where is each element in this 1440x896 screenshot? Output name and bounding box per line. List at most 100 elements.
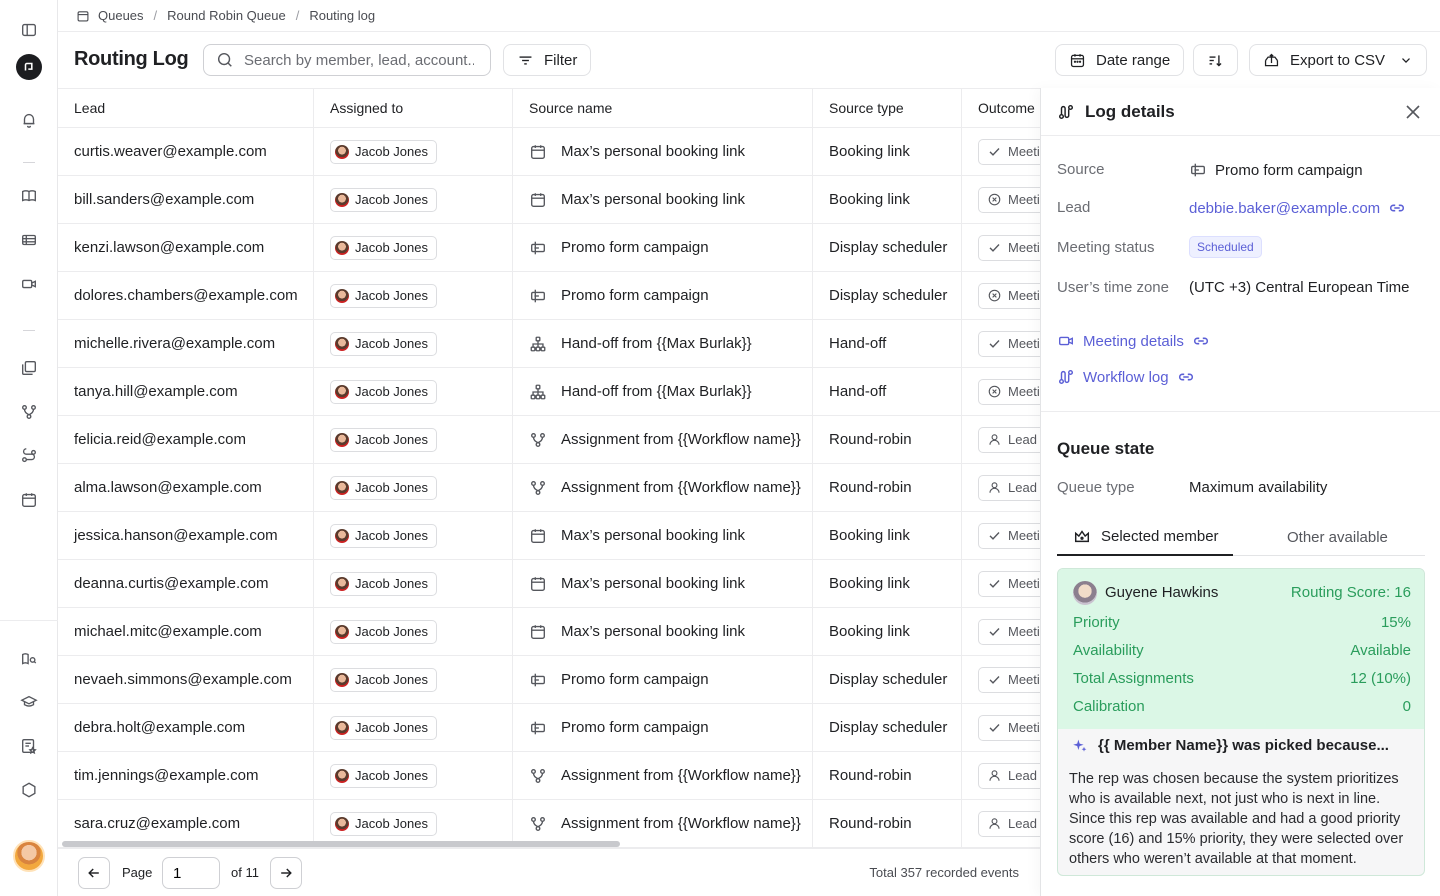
assignee-chip[interactable]: Jacob Jones [330, 379, 437, 404]
outcome-text: Meeting [1008, 384, 1041, 399]
table-icon[interactable] [17, 228, 41, 252]
tab-other-available[interactable]: Other available [1287, 518, 1388, 556]
tab-selected-member[interactable]: Selected member [1057, 518, 1233, 556]
meeting-details-label: Meeting details [1083, 332, 1184, 350]
next-page-button[interactable] [270, 857, 302, 889]
calendar-icon[interactable] [17, 488, 41, 512]
source-name: Hand-off from {{Max Burlak}} [561, 335, 752, 352]
panel-title: Log details [1057, 102, 1175, 122]
assignee-chip[interactable]: Jacob Jones [330, 667, 437, 692]
breadcrumb-queues[interactable]: Queues [76, 8, 144, 23]
meeting-details-link[interactable]: Meeting details [1057, 332, 1210, 350]
workflow-log-label: Workflow log [1083, 368, 1169, 386]
breadcrumb-separator: / [153, 8, 158, 23]
table-row[interactable]: michael.mitc@example.com Jacob Jones Max’s… [58, 608, 1041, 656]
assignee-chip[interactable]: Jacob Jones [330, 571, 437, 596]
assignee-name: Jacob Jones [355, 768, 428, 783]
table-row[interactable]: bill.sanders@example.com Jacob Jones Max’s… [58, 176, 1041, 224]
table-row[interactable]: kenzi.lawson@example.com Jacob Jones Promo… [58, 224, 1041, 272]
app-root: Queues / Round Robin Queue / Routing log… [0, 0, 1440, 896]
prev-page-button[interactable] [78, 857, 110, 889]
chevron-down-icon [1402, 58, 1410, 63]
workflow-icon[interactable] [17, 400, 41, 424]
table-row[interactable]: michelle.rivera@example.com Jacob Jones Ha… [58, 320, 1041, 368]
search-box[interactable] [203, 44, 491, 76]
outcome-cell: Lead a [962, 752, 1041, 799]
sort-button[interactable] [1193, 44, 1238, 76]
link-icon [1178, 373, 1193, 381]
breadcrumb-queue[interactable]: Round Robin Queue [167, 8, 286, 23]
page-label: Page [122, 865, 153, 880]
lead-cell: tim.jennings@example.com [58, 752, 314, 799]
source-type-cell: Display scheduler [813, 224, 962, 271]
column-header-assigned[interactable]: Assigned to [314, 89, 513, 127]
table-row[interactable]: tim.jennings@example.com Jacob Jones Assig… [58, 752, 1041, 800]
source-name: Max’s personal booking link [561, 191, 745, 208]
route-icon[interactable] [17, 444, 41, 468]
book-check-icon[interactable] [17, 184, 41, 208]
table-row[interactable]: felicia.reid@example.com Jacob Jones Assig… [58, 416, 1041, 464]
breadcrumb-separator: / [295, 8, 300, 23]
outcome-badge: Meeting [978, 186, 1041, 213]
date-range-button[interactable]: Date range [1055, 44, 1185, 76]
workflow-log-link[interactable]: Workflow log [1057, 368, 1195, 386]
hexagon-icon[interactable] [17, 778, 41, 802]
column-header-outcome[interactable]: Outcome [962, 89, 1041, 127]
table-row[interactable]: dolores.chambers@example.com Jacob Jones P… [58, 272, 1041, 320]
scrollbar-thumb[interactable] [62, 841, 620, 847]
assignee-chip[interactable]: Jacob Jones [330, 283, 437, 308]
horizontal-scrollbar[interactable] [58, 840, 1041, 848]
stat-value: 0 [1402, 698, 1411, 715]
source-name: Promo form campaign [561, 287, 709, 304]
bell-icon[interactable] [17, 108, 41, 132]
export-csv-button[interactable]: Export to CSV [1249, 44, 1428, 76]
assignee-chip[interactable]: Jacob Jones [330, 187, 437, 212]
assignee-chip[interactable]: Jacob Jones [330, 811, 437, 836]
workflow-icon [529, 767, 547, 785]
outcome-cell: Meeting [962, 272, 1041, 319]
sidebar-toggle-icon[interactable] [17, 18, 41, 42]
crown-icon [1074, 530, 1090, 543]
assignee-chip[interactable]: Jacob Jones [330, 763, 437, 788]
table-row[interactable]: alma.lawson@example.com Jacob Jones Assign… [58, 464, 1041, 512]
arrow-left-icon [88, 868, 99, 878]
table-row[interactable]: curtis.weaver@example.com Jacob Jones Max’… [58, 128, 1041, 176]
graduation-cap-icon[interactable] [17, 690, 41, 714]
assignee-chip[interactable]: Jacob Jones [330, 331, 437, 356]
outcome-text: Meeting [1008, 672, 1041, 687]
assignee-chip[interactable]: Jacob Jones [330, 427, 437, 452]
avatar [335, 672, 349, 687]
table-row[interactable]: tanya.hill@example.com Jacob Jones Hand-of… [58, 368, 1041, 416]
assignee-chip[interactable]: Jacob Jones [330, 235, 437, 260]
stack-icon[interactable] [17, 356, 41, 380]
panel-title-text: Log details [1085, 102, 1175, 121]
lead-link[interactable]: debbie.baker@example.com [1189, 199, 1406, 217]
video-icon [1059, 336, 1073, 346]
column-header-source-type[interactable]: Source type [813, 89, 962, 127]
column-header-lead[interactable]: Lead [58, 89, 314, 127]
app-logo[interactable] [16, 54, 42, 80]
assignee-chip[interactable]: Jacob Jones [330, 139, 437, 164]
assignee-chip[interactable]: Jacob Jones [330, 523, 437, 548]
source-type-cell: Display scheduler [813, 656, 962, 703]
docs-search-icon[interactable] [17, 647, 41, 671]
assignee-chip[interactable]: Jacob Jones [330, 715, 437, 740]
user-avatar[interactable] [13, 840, 45, 872]
sparkle-icon [1073, 739, 1087, 752]
table-row[interactable]: jessica.hanson@example.com Jacob Jones Max… [58, 512, 1041, 560]
table-row[interactable]: deanna.curtis@example.com Jacob Jones Max’… [58, 560, 1041, 608]
close-icon[interactable] [1403, 102, 1423, 122]
source-name: Promo form campaign [561, 719, 709, 736]
column-header-source-name[interactable]: Source name [513, 89, 813, 127]
assignee-chip[interactable]: Jacob Jones [330, 475, 437, 500]
assignee-chip[interactable]: Jacob Jones [330, 619, 437, 644]
page-number-input[interactable] [162, 857, 220, 889]
filter-button[interactable]: Filter [503, 44, 592, 76]
search-input[interactable] [244, 51, 474, 69]
video-icon[interactable] [17, 272, 41, 296]
table-row[interactable]: nevaeh.simmons@example.com Jacob Jones Pro… [58, 656, 1041, 704]
table-row[interactable]: debra.holt@example.com Jacob Jones Promo f… [58, 704, 1041, 752]
source-type-cell: Display scheduler [813, 704, 962, 751]
feature-list-icon[interactable] [17, 734, 41, 758]
check-icon [987, 672, 1002, 687]
